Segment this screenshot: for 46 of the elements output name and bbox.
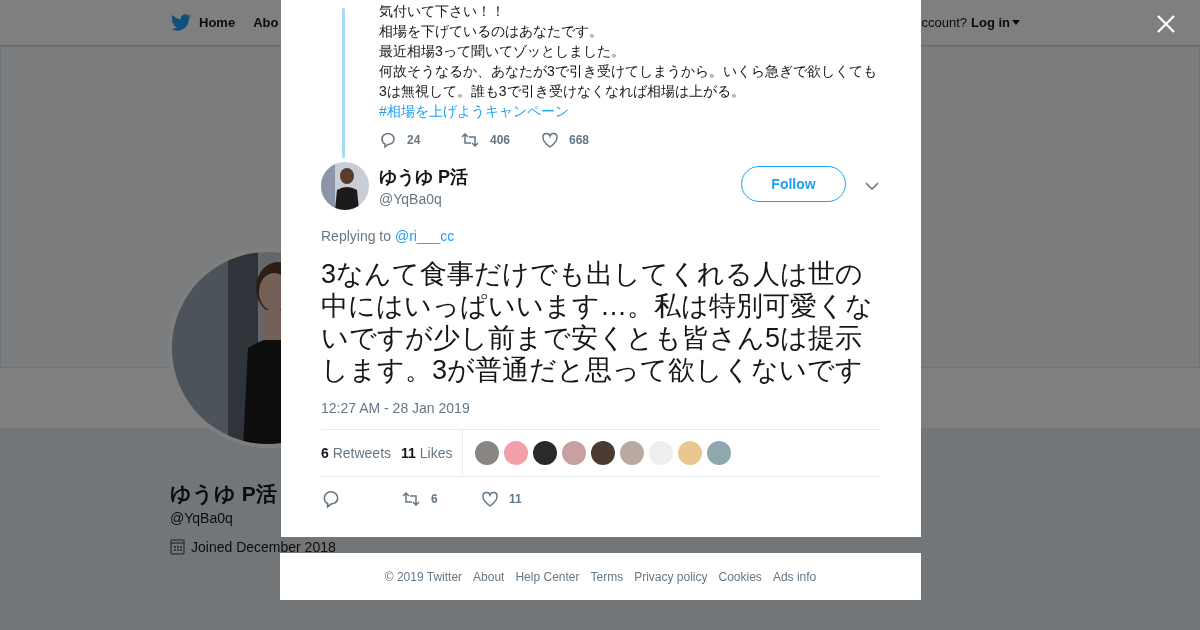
footer-link[interactable]: About — [473, 569, 505, 584]
close-icon[interactable] — [1157, 15, 1175, 33]
user-name[interactable]: ゆうゆ P活 — [379, 165, 741, 189]
tweet-text-line: 何故そうなるか、あなたが3で引き受けてしまうから。いくら急ぎで欲しくても3は無視して。誰も3で引き受けなくなれば相場は上がる。 — [379, 62, 878, 101]
retweet-button[interactable]: 6 — [401, 490, 481, 508]
tweet-text-line: 相場を下げているのはあなたです。 — [379, 22, 604, 41]
nav-link[interactable]: Home — [199, 15, 236, 30]
like-count[interactable]: 11 Likes — [401, 445, 453, 461]
tweet-text: 3なんて食事だけでも出してくれる人は世の中にはいっぱいいます…。私は特別可愛くないですが少し前まで安くとも皆さん5は提示します。3が普通だと思って欲しくないです — [321, 258, 874, 386]
login-link[interactable]: Log in — [971, 15, 1020, 30]
footer-link[interactable]: Help Center — [515, 569, 580, 584]
footer-link[interactable]: Privacy policy — [634, 569, 708, 584]
footer-link[interactable]: Cookies — [718, 569, 762, 584]
joined-date: Joined December 2018 — [191, 540, 336, 554]
reply-icon — [321, 489, 341, 509]
like-button[interactable]: 11 — [481, 490, 522, 508]
heart-icon — [541, 131, 559, 149]
mention-link[interactable]: @ri___cc — [394, 228, 455, 244]
user-handle[interactable]: @YqBa0q — [379, 191, 741, 207]
footer-link[interactable]: Ads info — [772, 569, 817, 584]
retweet-count[interactable]: 6 Retweets — [321, 445, 392, 461]
retweet-button[interactable]: 406 — [460, 131, 541, 149]
caret-icon — [1012, 20, 1020, 25]
bird-logo-icon[interactable] — [171, 14, 191, 31]
calendar-icon — [170, 539, 185, 555]
retweet-icon — [401, 490, 421, 508]
profile-handle: @YqBa0q — [170, 510, 233, 526]
footer-link[interactable]: © 2019 Twitter — [384, 569, 463, 584]
replying-label: Replying to — [321, 228, 392, 244]
retweet-icon — [460, 131, 480, 149]
hashtag-link[interactable]: #相場を上げようキャンペーン — [379, 101, 879, 121]
account-prompt: ccount? — [921, 15, 967, 30]
tweet-text-line: 最近相場3って聞いてゾッとしました。 — [379, 42, 626, 61]
footer-link[interactable]: Terms — [590, 569, 624, 584]
follow-button[interactable]: Follow — [741, 166, 846, 202]
reply-icon — [379, 131, 397, 149]
like-button[interactable]: 668 — [541, 131, 622, 149]
liker-avatar[interactable] — [533, 441, 558, 465]
tweet-text-line: 気付いて下さい！！ — [379, 2, 506, 21]
reply-button[interactable]: 24 — [379, 131, 460, 149]
heart-icon — [481, 490, 499, 508]
tweet-timestamp[interactable]: 12:27 AM - 28 Jan 2019 — [321, 400, 881, 416]
chevron-down-icon[interactable] — [865, 182, 879, 190]
liker-avatar[interactable] — [591, 441, 616, 465]
nav-link[interactable]: Abo — [253, 15, 279, 30]
profile-name: ゆうゆ P活 — [170, 481, 277, 508]
